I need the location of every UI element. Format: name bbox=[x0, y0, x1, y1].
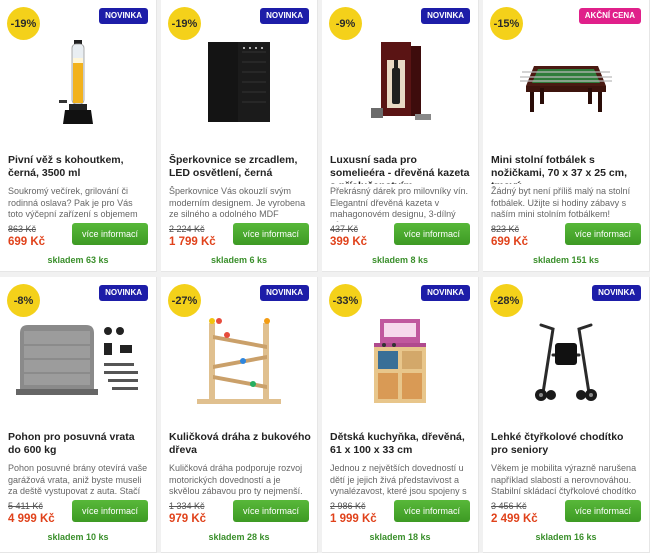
product-description: Soukromý večírek, grilování či rodinná o… bbox=[8, 186, 138, 222]
product-card[interactable]: -33% NOVINKA Dětská kuchyňka, dřevěná, 6… bbox=[322, 277, 479, 553]
product-description: Pohon posuvné brány otevírá vaše garážov… bbox=[8, 463, 148, 499]
product-card[interactable]: -8% NOVINKA Pohon pro posuvná vrata do 6… bbox=[0, 277, 157, 553]
product-description: Věkem je mobilita výrazně narušena napří… bbox=[491, 463, 637, 499]
price: 979 Kč bbox=[169, 513, 207, 525]
price: 4 999 Kč bbox=[8, 513, 55, 525]
old-price: 2 224 Kč bbox=[169, 224, 205, 234]
old-price: 3 456 Kč bbox=[491, 501, 527, 511]
new-badge: NOVINKA bbox=[260, 8, 309, 24]
price: 1 799 Kč bbox=[169, 236, 216, 248]
product-card[interactable]: -28% NOVINKA Lehké čtyřkolové chodítko p… bbox=[483, 277, 650, 553]
sale-badge: AKČNÍ CENA bbox=[578, 8, 641, 24]
old-price: 5 411 Kč bbox=[8, 501, 43, 511]
discount-badge: -19% bbox=[168, 7, 201, 40]
gate-motor-icon[interactable] bbox=[0, 315, 156, 405]
more-info-button[interactable]: více informací bbox=[72, 223, 148, 245]
stock-status: skladem 63 ks bbox=[47, 255, 109, 265]
new-badge: NOVINKA bbox=[99, 285, 148, 301]
price: 699 Kč bbox=[491, 236, 529, 248]
discount-badge: -19% bbox=[7, 7, 40, 40]
price: 699 Kč bbox=[8, 236, 46, 248]
more-info-button[interactable]: více informací bbox=[233, 500, 309, 522]
product-title[interactable]: Lehké čtyřkolové chodítko pro seniory bbox=[491, 431, 643, 461]
product-card[interactable]: -19% NOVINKA Pivní věž s kohoutkem, čern… bbox=[0, 0, 157, 272]
stock-status: skladem 6 ks bbox=[210, 255, 268, 265]
sommelier-case-icon[interactable] bbox=[322, 38, 478, 128]
discount-badge: -27% bbox=[168, 284, 201, 317]
more-info-button[interactable]: více informací bbox=[394, 223, 470, 245]
new-badge: NOVINKA bbox=[592, 285, 641, 301]
product-title[interactable]: Luxusní sada pro somelieéra - dřevěná ka… bbox=[330, 154, 472, 184]
product-card[interactable]: -27% NOVINKA Kuličková dráha z bukového … bbox=[161, 277, 318, 553]
product-description: Překrásný dárek pro milovníky vín. Elega… bbox=[330, 186, 469, 222]
old-price: 2 986 Kč bbox=[330, 501, 366, 511]
new-badge: NOVINKA bbox=[99, 8, 148, 24]
more-info-button[interactable]: více informací bbox=[565, 500, 641, 522]
discount-badge: -15% bbox=[490, 7, 523, 40]
new-badge: NOVINKA bbox=[421, 8, 470, 24]
more-info-button[interactable]: více informací bbox=[565, 223, 641, 245]
jewelry-cabinet-icon[interactable] bbox=[161, 38, 317, 128]
price: 2 499 Kč bbox=[491, 513, 538, 525]
discount-badge: -33% bbox=[329, 284, 362, 317]
stock-status: skladem 28 ks bbox=[208, 532, 270, 542]
stock-status: skladem 10 ks bbox=[47, 532, 109, 542]
old-price: 823 Kč bbox=[491, 224, 520, 234]
product-description: Šperkovnice Vás okouzlí svým moderním de… bbox=[169, 186, 306, 222]
discount-badge: -28% bbox=[490, 284, 523, 317]
price: 1 999 Kč bbox=[330, 513, 377, 525]
more-info-button[interactable]: více informací bbox=[72, 500, 148, 522]
old-price: 437 Kč bbox=[330, 224, 359, 234]
product-title[interactable]: Dětská kuchyňka, dřevěná, 61 x 100 x 33 … bbox=[330, 431, 472, 461]
product-title[interactable]: Mini stolní fotbálek s nožičkami, 70 x 3… bbox=[491, 154, 643, 184]
product-title[interactable]: Pohon pro posuvná vrata do 600 kg bbox=[8, 431, 150, 461]
stock-status: skladem 151 ks bbox=[532, 255, 600, 265]
discount-badge: -9% bbox=[329, 7, 362, 40]
product-title[interactable]: Kuličková dráha z bukového dřeva bbox=[169, 431, 311, 461]
rollator-icon[interactable] bbox=[483, 315, 649, 405]
more-info-button[interactable]: více informací bbox=[233, 223, 309, 245]
product-title[interactable]: Pivní věž s kohoutkem, černá, 3500 ml bbox=[8, 154, 150, 184]
price: 399 Kč bbox=[330, 236, 368, 248]
new-badge: NOVINKA bbox=[260, 285, 309, 301]
product-description: Kuličková dráha podporuje rozvoj motoric… bbox=[169, 463, 303, 499]
old-price: 1 334 Kč bbox=[169, 501, 205, 511]
discount-badge: -8% bbox=[7, 284, 40, 317]
product-title[interactable]: Šperkovnice se zrcadlem, LED osvětlení, … bbox=[169, 154, 311, 184]
stock-status: skladem 18 ks bbox=[369, 532, 431, 542]
foosball-table-icon[interactable] bbox=[483, 38, 649, 128]
more-info-button[interactable]: více informací bbox=[394, 500, 470, 522]
product-card[interactable]: -15% AKČNÍ CENA Mini stolní fotbálek s n… bbox=[483, 0, 650, 272]
stock-status: skladem 16 ks bbox=[535, 532, 597, 542]
marble-run-icon[interactable] bbox=[161, 315, 317, 405]
product-card[interactable]: -9% NOVINKA Luxusní sada pro somelieéra … bbox=[322, 0, 479, 272]
old-price: 863 Kč bbox=[8, 224, 37, 234]
new-badge: NOVINKA bbox=[421, 285, 470, 301]
stock-status: skladem 8 ks bbox=[371, 255, 429, 265]
product-card[interactable]: -19% NOVINKA Šperkovnice se zrcadlem, LE… bbox=[161, 0, 318, 272]
beer-tower-icon[interactable] bbox=[0, 38, 156, 128]
toy-kitchen-icon[interactable] bbox=[322, 315, 478, 405]
product-description: Žádný byt není příliš malý na stolní fot… bbox=[491, 186, 631, 222]
product-description: Jednou z největších dovedností u dětí je… bbox=[330, 463, 467, 499]
